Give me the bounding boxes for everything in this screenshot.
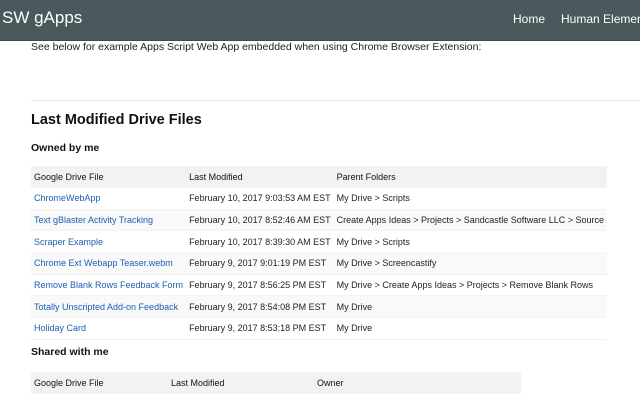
file-cell: Scraper Example [31,230,187,254]
file-link[interactable]: Totally Unscripted Add-on Feedback [34,302,178,312]
brand-logo[interactable]: SW gApps [2,8,82,28]
file-cell: Text gBlaster Activity Tracking [31,209,187,232]
parent-folders-cell: My Drive [333,295,608,319]
file-link[interactable]: Chrome Ext Webapp Teaser.webm [34,258,173,268]
column-header-last-modified: Last Modified [186,166,334,188]
owned-section-title: Owned by me [31,142,100,154]
last-modified-cell: February 9, 2017 8:53:18 PM EST [186,317,334,340]
shared-section-title: Shared with me [31,346,109,358]
file-cell: Chrome Ext Webapp Teaser.webm [31,252,187,275]
file-cell: Remove Blank Rows Feedback Form [31,274,187,297]
last-modified-cell: February 10, 2017 8:39:30 AM EST [186,230,334,254]
file-link[interactable]: Remove Blank Rows Feedback Form [34,280,183,290]
table-row: ChromeWebApp February 10, 2017 9:03:53 AM… [31,188,608,210]
table-row: Chrome Ext Webapp Teaser.webm February 9,… [31,252,608,275]
table-row: Text gBlaster Activity Tracking February … [31,209,608,232]
last-modified-cell: February 9, 2017 8:56:25 PM EST [186,274,334,297]
last-modified-cell: February 9, 2017 8:54:08 PM EST [186,295,334,319]
table-row: Scraper Example February 10, 2017 8:39:30… [31,230,608,254]
file-cell: ChromeWebApp [31,188,187,210]
parent-folders-cell: My Drive > Scripts [333,230,608,254]
parent-folders-cell: My Drive [333,317,608,340]
parent-folders-cell: My Drive > Screencastify [333,252,608,275]
owned-files-table-body: ChromeWebApp February 10, 2017 9:03:53 AM… [31,188,608,340]
file-cell: Holiday Card [31,317,187,340]
column-header-parent-folders: Parent Folders [333,166,608,188]
last-modified-cell: February 10, 2017 8:52:46 AM EST [186,209,334,232]
file-cell: Totally Unscripted Add-on Feedback [31,295,187,319]
column-header-owner: Owner [314,372,521,394]
section-divider [31,100,640,101]
table-row: Remove Blank Rows Feedback Form February … [31,274,608,297]
table-header-row: Google Drive File Last Modified Owner [31,372,521,394]
nav-link-home[interactable]: Home [513,12,545,26]
parent-folders-cell: My Drive > Create Apps Ideas > Projects … [333,274,608,297]
column-header-file: Google Drive File [31,166,187,188]
file-link[interactable]: Holiday Card [34,323,86,333]
column-header-file: Google Drive File [31,372,168,394]
file-link[interactable]: Scraper Example [34,237,103,247]
file-link[interactable]: Text gBlaster Activity Tracking [34,215,153,225]
parent-folders-cell: My Drive > Scripts [333,188,608,210]
owned-files-table: Google Drive File Last Modified Parent F… [31,166,608,340]
last-modified-cell: February 9, 2017 9:01:19 PM EST [186,252,334,275]
last-modified-cell: February 10, 2017 9:03:53 AM EST [186,188,334,210]
table-header-row: Google Drive File Last Modified Parent F… [31,166,608,188]
page-title: Last Modified Drive Files [31,112,202,128]
top-navbar: SW gApps Home Human Element [0,0,640,41]
column-header-last-modified: Last Modified [168,372,314,394]
parent-folders-cell: Create Apps Ideas > Projects > Sandcastl… [333,209,608,232]
nav-link-human-element[interactable]: Human Element [561,12,640,26]
table-row: Totally Unscripted Add-on Feedback Februa… [31,295,608,319]
intro-text: See below for example Apps Script Web Ap… [31,41,482,53]
file-link[interactable]: ChromeWebApp [34,193,100,203]
shared-files-table: Google Drive File Last Modified Owner [31,372,521,394]
table-row: Holiday Card February 9, 2017 8:53:18 PM … [31,317,608,340]
